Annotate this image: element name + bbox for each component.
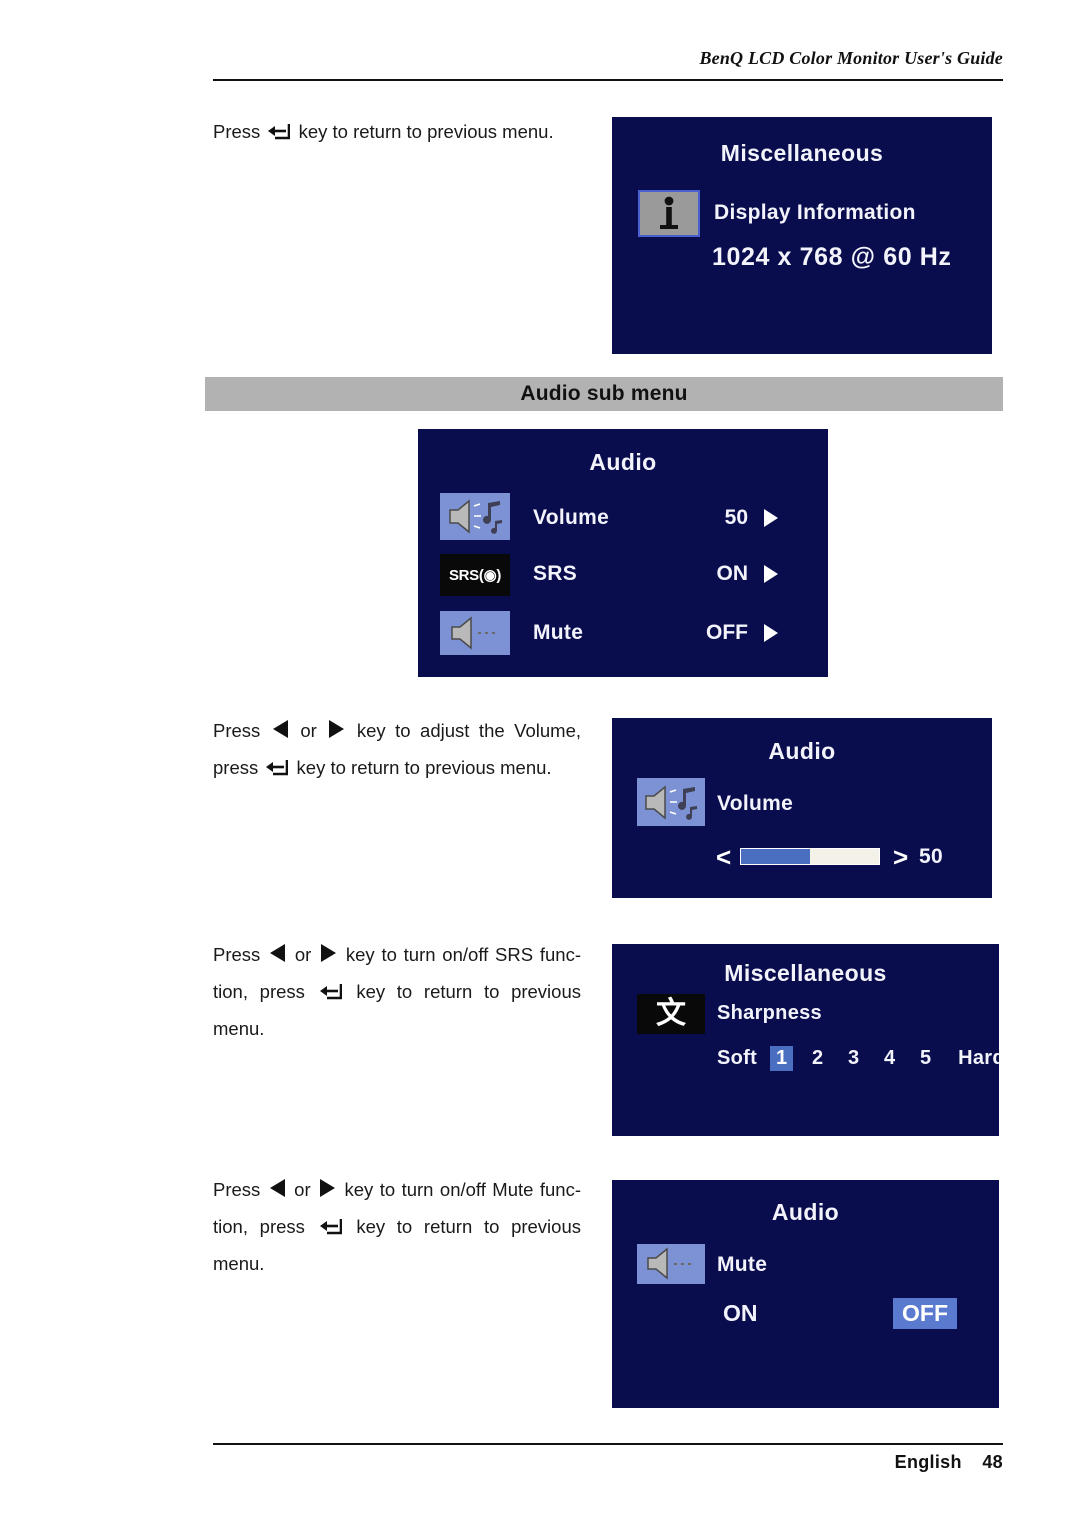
osd-mute-on-option[interactable]: ON <box>714 1298 767 1329</box>
osd-misc-info-resolution: 1024 x 768 @ 60 Hz <box>712 243 952 271</box>
osd-misc-info-title: Miscellaneous <box>720 140 884 166</box>
header-rule <box>213 79 1003 81</box>
osd-miscellaneous-display-information: Miscellaneous Display Information 1024 x… <box>612 117 992 354</box>
osd-mute-off-option[interactable]: OFF <box>893 1298 957 1329</box>
paragraph-4-line2-before: tion, press <box>213 1216 305 1237</box>
osd-volume-right-chevron[interactable]: > <box>893 844 908 870</box>
osd-sharpness-level-2[interactable]: 2 <box>806 1046 829 1071</box>
paragraph-4-line1-before: Press <box>213 1179 261 1200</box>
osd-audio-sub-menu: Audio Volume 50 SRS(◉) SRS ON Mute OFF <box>418 429 828 677</box>
osd-audio-volume-adjust: Audio Volume < > 50 <box>612 718 992 898</box>
osd-sharpness-soft-label: Soft <box>717 1047 758 1069</box>
paragraph-2-line1-after: key to adjust the Volume, <box>356 720 582 741</box>
right-arrow-key-icon <box>321 944 337 962</box>
osd-sharpness-title: Miscellaneous <box>724 960 887 986</box>
osd-audio-row-1-value: ON <box>716 562 749 585</box>
paragraph-3-line1-or: or <box>294 944 312 965</box>
osd-audio-row-0-label: Volume <box>533 506 610 529</box>
section-banner-label: Audio sub menu <box>520 382 688 405</box>
paragraph-4-line2-after: key to return to previous <box>356 1216 581 1237</box>
right-arrow-key-icon <box>329 720 345 738</box>
section-banner-audio-sub-menu: Audio sub menu <box>205 377 1003 411</box>
paragraph-4-line1-or: or <box>294 1179 311 1200</box>
paragraph-1-text-before: Press <box>213 121 261 142</box>
osd-audio-row-0-value: 50 <box>724 506 748 529</box>
paragraph-3-line1-before: Press <box>213 944 261 965</box>
srs-logo-icon: SRS(◉) <box>440 554 510 596</box>
speaker-mute-icon <box>440 611 510 655</box>
paragraph-3-line3: menu. <box>213 1018 265 1039</box>
osd-volume-slider[interactable] <box>740 848 880 865</box>
osd-audio-menu-title: Audio <box>589 449 657 475</box>
osd-sharpness-level-3[interactable]: 3 <box>842 1046 865 1071</box>
osd-sharpness-hard-label: Hard <box>958 1047 999 1069</box>
osd-volume-slider-fill <box>741 849 810 864</box>
return-key-icon <box>266 759 289 776</box>
osd-sharpness-level-4[interactable]: 4 <box>878 1046 901 1071</box>
left-arrow-key-icon <box>272 720 288 738</box>
osd-audio-row-1-right-arrow-icon <box>764 565 778 583</box>
paragraph-return-to-previous-menu: Press key to return to previous menu. <box>213 113 593 150</box>
osd-sharpness-scale: Soft 1 2 3 4 5 Hard <box>717 1046 999 1071</box>
paragraph-2-line2-before: press <box>213 757 259 778</box>
paragraph-3-line2-after: key to return to previous <box>356 981 581 1002</box>
paragraph-1-text-after: key to return to previous menu. <box>298 121 554 142</box>
speaker-music-icon <box>637 778 705 826</box>
osd-mute-title: Audio <box>771 1199 840 1225</box>
information-icon <box>638 190 700 237</box>
osd-volume-label: Volume <box>717 792 794 815</box>
paragraph-2-line2-after: key to return to previous menu. <box>296 757 552 778</box>
left-arrow-key-icon <box>269 1179 285 1197</box>
footer-language: English <box>894 1452 962 1472</box>
osd-audio-row-2-right-arrow-icon <box>764 624 778 642</box>
osd-volume-value: 50 <box>919 845 943 868</box>
osd-audio-row-2-value: OFF <box>706 621 748 644</box>
osd-volume-left-chevron[interactable]: < <box>716 844 731 870</box>
osd-audio-row-2-label: Mute <box>533 621 584 644</box>
page-header-title: BenQ LCD Color Monitor User's Guide <box>699 48 1003 68</box>
osd-mute-label: Mute <box>717 1253 768 1276</box>
speaker-mute-icon <box>637 1244 705 1284</box>
osd-audio-mute-toggle: Audio Mute ON OFF <box>612 1180 999 1408</box>
chinese-character-icon: 文 <box>637 994 705 1034</box>
return-key-icon <box>268 123 291 140</box>
osd-volume-title: Audio <box>768 738 836 764</box>
paragraph-4-line3: menu. <box>213 1253 265 1274</box>
paragraph-2-line1-before: Press <box>213 720 261 741</box>
osd-audio-row-1-label: SRS <box>533 562 578 585</box>
page-footer: English 48 <box>213 1452 1003 1473</box>
paragraph-2-line1-or: or <box>300 720 317 741</box>
speaker-music-icon <box>440 493 510 540</box>
osd-miscellaneous-sharpness: Miscellaneous 文 Sharpness Soft 1 2 3 4 5… <box>612 944 999 1136</box>
footer-page-number: 48 <box>982 1452 1003 1472</box>
osd-misc-info-label: Display Information <box>714 201 916 224</box>
footer-rule <box>213 1443 1003 1445</box>
paragraph-adjust-volume: Press or key to adjust the Volume, press… <box>213 712 581 786</box>
osd-sharpness-label: Sharpness <box>717 1002 822 1024</box>
return-key-icon <box>319 983 342 1000</box>
return-key-icon <box>319 1218 342 1235</box>
osd-sharpness-level-5[interactable]: 5 <box>914 1046 937 1071</box>
right-arrow-key-icon <box>320 1179 336 1197</box>
left-arrow-key-icon <box>270 944 286 962</box>
paragraph-4-line1-after: key to turn on/off Mute func- <box>344 1179 582 1200</box>
paragraph-toggle-srs: Press or key to turn on/off SRS func- ti… <box>213 936 581 1047</box>
osd-sharpness-level-1[interactable]: 1 <box>770 1046 794 1071</box>
paragraph-3-line1-after: key to turn on/off SRS func- <box>345 944 581 965</box>
chinese-character-glyph: 文 <box>656 997 686 1030</box>
paragraph-3-line2-before: tion, press <box>213 981 305 1002</box>
paragraph-toggle-mute: Press or key to turn on/off Mute func- t… <box>213 1171 581 1282</box>
osd-audio-row-0-right-arrow-icon <box>764 509 778 527</box>
